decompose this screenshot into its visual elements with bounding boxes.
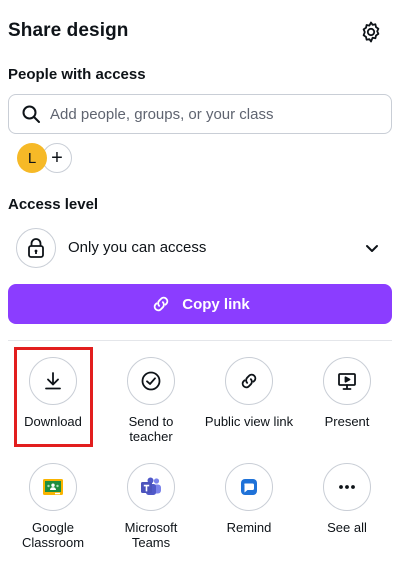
send-to-teacher-option[interactable]: Send to teacher <box>102 357 200 444</box>
public-view-link-label: Public view link <box>204 414 294 429</box>
avatar[interactable]: L <box>17 143 47 173</box>
see-all-label: See all <box>327 520 367 535</box>
link-icon <box>241 373 257 389</box>
access-level-value: Only you can access <box>68 239 207 256</box>
microsoft-teams-option[interactable]: Microsoft Teams <box>102 463 200 550</box>
remind-label: Remind <box>226 520 272 535</box>
google-classroom-label: Google Classroom <box>21 520 85 550</box>
google-classroom-option[interactable]: Google Classroom <box>4 463 102 550</box>
copy-link-button[interactable]: Copy link <box>8 284 392 324</box>
search-icon <box>22 105 40 123</box>
search-field[interactable] <box>8 94 392 134</box>
link-icon <box>154 296 169 312</box>
microsoft-teams-icon <box>141 477 161 495</box>
send-to-teacher-label: Send to teacher <box>128 414 174 444</box>
access-level-label: Access level <box>8 196 99 213</box>
access-level-dropdown[interactable]: Only you can access <box>8 224 392 272</box>
gear-icon[interactable] <box>359 20 383 44</box>
search-input[interactable] <box>50 105 370 123</box>
copy-link-label: Copy link <box>182 295 250 313</box>
download-icon <box>45 372 61 390</box>
chevron-down-icon <box>366 245 378 252</box>
public-view-link-option[interactable]: Public view link <box>200 357 298 429</box>
divider <box>8 340 392 341</box>
more-icon <box>339 485 355 489</box>
download-label: Download <box>24 414 82 429</box>
present-option[interactable]: Present <box>298 357 396 429</box>
people-with-access-label: People with access <box>8 66 146 83</box>
check-circle-icon <box>141 371 161 391</box>
remind-option[interactable]: Remind <box>200 463 298 535</box>
page-title: Share design <box>8 20 129 41</box>
lock-icon <box>16 228 56 268</box>
download-option[interactable]: Download <box>4 357 102 429</box>
present-label: Present <box>324 414 370 429</box>
google-classroom-icon <box>43 479 63 495</box>
remind-icon <box>241 479 257 495</box>
see-all-option[interactable]: See all <box>298 463 396 535</box>
microsoft-teams-label: Microsoft Teams <box>124 520 178 550</box>
present-icon <box>338 373 356 390</box>
